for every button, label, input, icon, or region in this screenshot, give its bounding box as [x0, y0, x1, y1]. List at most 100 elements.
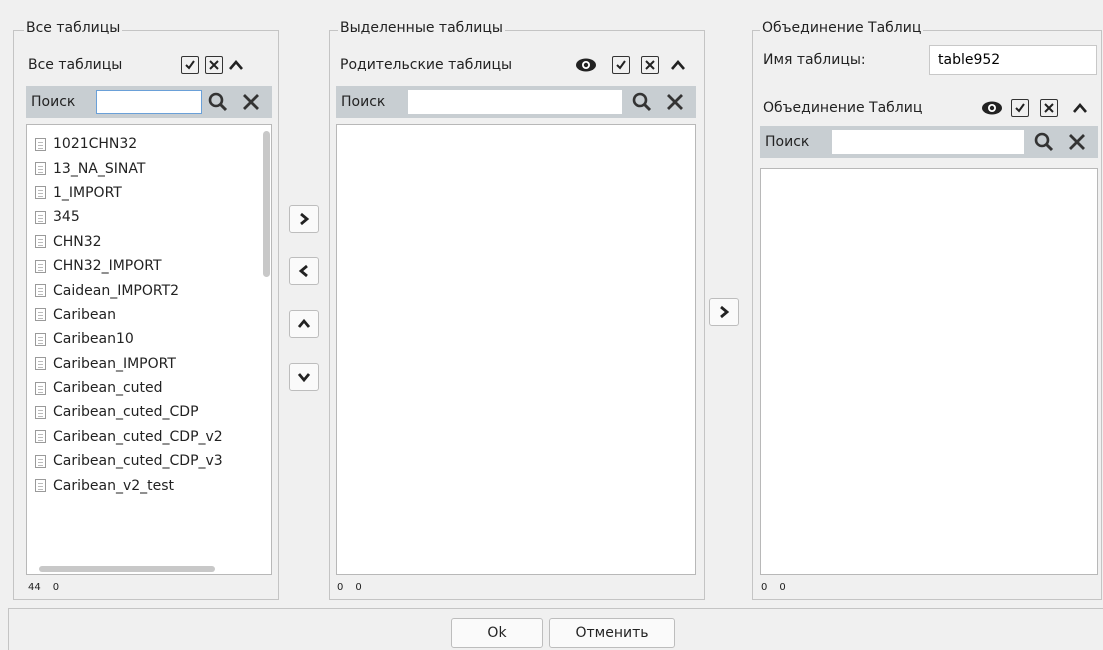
search-input[interactable] [96, 90, 202, 114]
list-item[interactable]: Caribean_cuted_CDP_v3 [27, 449, 271, 473]
all-tables-group-title: Все таблицы [24, 20, 123, 36]
document-icon [35, 259, 46, 273]
eye-icon[interactable] [981, 100, 1003, 116]
list-item[interactable]: Caribean [27, 303, 271, 327]
uncheck-all-icon[interactable] [205, 56, 223, 74]
move-left-button[interactable] [289, 257, 319, 285]
search-icon[interactable] [631, 91, 653, 113]
close-icon[interactable] [664, 91, 686, 113]
list-item-label: 345 [53, 209, 80, 226]
document-icon [35, 284, 46, 298]
selected-tables-search-bar: Поиск [336, 86, 696, 118]
list-item-label: CHN32_IMPORT [53, 258, 162, 275]
search-label: Поиск [31, 94, 76, 110]
all-tables-counts: 44 0 [28, 582, 71, 594]
document-icon [35, 430, 46, 444]
table-name-input[interactable] [929, 45, 1097, 75]
list-item-label: Caribean_IMPORT [53, 355, 176, 372]
uncheck-all-icon[interactable] [641, 56, 659, 74]
all-tables-list[interactable]: 1021CHN32 13_NA_SINAT 1_IMPORT 345 CHN32 CHN3… [26, 124, 272, 575]
check-all-icon[interactable] [1011, 99, 1029, 117]
search-icon[interactable] [207, 91, 229, 113]
ok-button[interactable]: Ok [451, 618, 543, 648]
selected-count: 0 [779, 582, 786, 593]
list-item-label: Caribean [53, 306, 116, 323]
search-input[interactable] [408, 90, 622, 114]
list-item[interactable]: Caribean_IMPORT [27, 352, 271, 376]
list-item[interactable]: Caribean_cuted_CDP_v2 [27, 425, 271, 449]
document-icon [35, 210, 46, 224]
chevron-right-icon [720, 305, 730, 319]
list-item[interactable]: CHN32 [27, 230, 271, 254]
document-icon [35, 137, 46, 151]
list-item-label: Caribean_v2_test [53, 477, 175, 494]
union-tables-header-label: Объединение Таблиц [763, 100, 923, 116]
move-to-union-button[interactable] [709, 298, 739, 326]
selected-tables-list[interactable] [336, 124, 696, 575]
all-tables-search-bar: Поиск [26, 86, 272, 118]
list-item[interactable]: Caribean_cuted_CDP [27, 400, 271, 424]
list-item[interactable]: 1021CHN32 [27, 132, 271, 156]
chevron-up-icon[interactable] [1072, 100, 1088, 116]
list-item[interactable]: 1_IMPORT [27, 181, 271, 205]
list-item-label: Caidean_IMPORT2 [53, 282, 180, 299]
union-tables-list[interactable] [760, 168, 1098, 575]
total-count: 0 [761, 582, 768, 593]
selected-tables-group-title: Выделенные таблицы [338, 20, 505, 36]
move-down-button[interactable] [289, 363, 319, 391]
document-icon [35, 162, 46, 176]
move-up-button[interactable] [289, 310, 319, 338]
uncheck-all-icon[interactable] [1040, 99, 1058, 117]
check-all-icon[interactable] [181, 56, 199, 74]
document-icon [35, 479, 46, 493]
list-item-label: Caribean_cuted_CDP [53, 404, 199, 421]
check-all-icon[interactable] [612, 56, 630, 74]
list-item[interactable]: Caribean_cuted [27, 376, 271, 400]
list-item[interactable]: CHN32_IMPORT [27, 254, 271, 278]
document-icon [35, 332, 46, 346]
list-item-label: Caribean_cuted_CDP_v3 [53, 453, 223, 470]
list-item-label: Caribean_cuted [53, 380, 163, 397]
move-right-button[interactable] [289, 205, 319, 233]
list-item[interactable]: Caidean_IMPORT2 [27, 278, 271, 302]
parent-tables-header-label: Родительские таблицы [340, 57, 513, 73]
horizontal-scrollbar[interactable] [39, 566, 215, 572]
list-item[interactable]: 345 [27, 205, 271, 229]
search-input[interactable] [832, 130, 1024, 154]
total-count: 44 [28, 582, 41, 593]
all-tables-header-label: Все таблицы [28, 57, 123, 73]
list-item-label: 13_NA_SINAT [53, 160, 146, 177]
cancel-button[interactable]: Отменить [549, 618, 675, 648]
chevron-up-icon[interactable] [228, 57, 244, 73]
chevron-up-icon[interactable] [670, 57, 686, 73]
list-item-label: 1021CHN32 [53, 136, 138, 153]
list-item-label: Caribean10 [53, 331, 134, 348]
chevron-left-icon [298, 264, 308, 278]
search-label: Поиск [341, 94, 386, 110]
chevron-up-icon [297, 318, 311, 328]
document-icon [35, 454, 46, 468]
top-clipped-strip [300, 0, 840, 6]
list-item-label: CHN32 [53, 233, 102, 250]
eye-icon[interactable] [575, 57, 597, 73]
list-item[interactable]: Caribean10 [27, 327, 271, 351]
union-tables-group-title: Объединение Таблиц [760, 20, 924, 36]
close-icon[interactable] [1066, 131, 1088, 153]
document-icon [35, 381, 46, 395]
search-icon[interactable] [1033, 131, 1055, 153]
document-icon [35, 235, 46, 249]
list-item[interactable]: Caribean_v2_test [27, 473, 271, 497]
chevron-right-icon [300, 212, 310, 226]
vertical-scrollbar[interactable] [263, 131, 270, 277]
document-icon [35, 405, 46, 419]
union-tables-counts: 00 [761, 582, 798, 594]
union-tables-search-bar: Поиск [760, 126, 1098, 158]
document-icon [35, 357, 46, 371]
list-item-label: 1_IMPORT [53, 184, 122, 201]
selected-tables-counts: 00 [337, 582, 374, 594]
chevron-down-icon [297, 373, 311, 383]
list-item[interactable]: 13_NA_SINAT [27, 156, 271, 180]
close-icon[interactable] [240, 91, 262, 113]
list-item-label: Caribean_cuted_CDP_v2 [53, 428, 223, 445]
selected-count: 0 [52, 582, 60, 593]
